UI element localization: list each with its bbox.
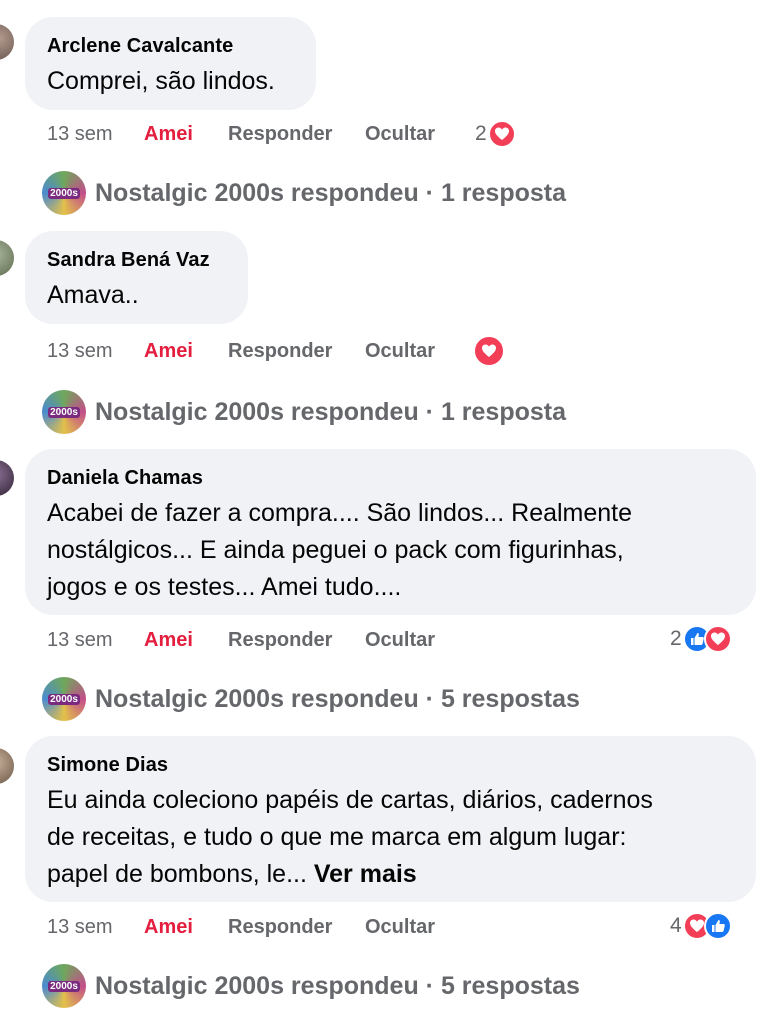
comment-actions: 13 sem Amei Responder Ocultar (47, 336, 475, 366)
view-replies-link[interactable]: 2000s Nostalgic 2000s respondeu · 5 resp… (42, 677, 580, 721)
comment-text-line: de receitas, e tudo o que me marca em al… (47, 823, 627, 851)
view-replies-link[interactable]: 2000s Nostalgic 2000s respondeu · 5 resp… (42, 964, 580, 1008)
page-avatar: 2000s (42, 964, 86, 1008)
comment-text-line: Eu ainda coleciono papéis de cartas, diá… (47, 786, 653, 814)
reaction-summary[interactable]: 2 (475, 120, 516, 148)
reply-button[interactable]: Responder (228, 340, 365, 363)
view-replies-text: Nostalgic 2000s respondeu · 5 respostas (95, 971, 580, 1000)
comment-text-line: papel de bombons, le... Ver mais (47, 860, 417, 888)
comment-time[interactable]: 13 sem (47, 629, 144, 652)
comment-text-line: jogos e os testes... Amei tudo.... (47, 573, 402, 601)
heart-icon (473, 335, 505, 367)
comment-author[interactable]: Sandra Bená Vaz (47, 248, 226, 272)
comment-text: Eu ainda coleciono papéis de cartas, diá… (47, 782, 734, 893)
page-avatar: 2000s (42, 677, 86, 721)
reaction-count: 2 (670, 627, 682, 650)
comment-author[interactable]: Daniela Chamas (47, 466, 734, 490)
comment-text: Amava.. (47, 281, 139, 309)
like-icon (703, 912, 732, 940)
heart-icon (487, 120, 516, 148)
view-replies-text: Nostalgic 2000s respondeu · 5 respostas (95, 684, 580, 713)
reply-button[interactable]: Responder (228, 629, 365, 652)
comment-text: Acabei de fazer a compra.... São lindos.… (47, 495, 734, 606)
comment-time[interactable]: 13 sem (47, 340, 144, 363)
commenter-avatar[interactable] (0, 24, 14, 60)
reaction-count: 4 (670, 914, 682, 937)
comment-text-line: nostálgicos... E ainda peguei o pack com… (47, 536, 624, 564)
reaction-button[interactable]: Amei (144, 916, 228, 939)
reply-button[interactable]: Responder (228, 123, 365, 146)
reaction-button[interactable]: Amei (144, 629, 228, 652)
view-replies-text: Nostalgic 2000s respondeu · 1 resposta (95, 178, 567, 207)
commenter-avatar[interactable] (0, 240, 14, 276)
view-replies-link[interactable]: 2000s Nostalgic 2000s respondeu · 1 resp… (42, 390, 566, 434)
reaction-count: 2 (475, 122, 487, 145)
hide-button[interactable]: Ocultar (365, 629, 475, 652)
reaction-summary[interactable]: 2 (670, 625, 732, 653)
commenter-avatar[interactable] (0, 460, 14, 496)
comment-actions: 13 sem Amei Responder Ocultar (47, 625, 475, 655)
comment-actions: 13 sem Amei Responder Ocultar (47, 119, 475, 149)
reaction-button[interactable]: Amei (144, 123, 228, 146)
comment-time[interactable]: 13 sem (47, 916, 144, 939)
comment-bubble: Daniela Chamas Acabei de fazer a compra.… (25, 449, 756, 615)
comment-bubble: Sandra Bená Vaz Amava.. (25, 231, 248, 324)
see-more-link[interactable]: Ver mais (314, 860, 417, 888)
reaction-button[interactable]: Amei (144, 340, 228, 363)
heart-icon (703, 625, 732, 653)
page-avatar: 2000s (42, 171, 86, 215)
hide-button[interactable]: Ocultar (365, 340, 475, 363)
page-avatar: 2000s (42, 390, 86, 434)
comment-bubble: Arclene Cavalcante Comprei, são lindos. (25, 17, 316, 110)
comment-author[interactable]: Arclene Cavalcante (47, 34, 294, 58)
comment-bubble: Simone Dias Eu ainda coleciono papéis de… (25, 736, 756, 902)
commenter-avatar[interactable] (0, 748, 14, 784)
comment-author[interactable]: Simone Dias (47, 753, 734, 777)
comment-text-line: Acabei de fazer a compra.... São lindos.… (47, 499, 633, 527)
reaction-summary[interactable] (472, 335, 505, 367)
hide-button[interactable]: Ocultar (365, 123, 475, 146)
comment-text: Comprei, são lindos. (47, 67, 275, 95)
view-replies-link[interactable]: 2000s Nostalgic 2000s respondeu · 1 resp… (42, 171, 566, 215)
view-replies-text: Nostalgic 2000s respondeu · 1 resposta (95, 397, 567, 426)
comment-time[interactable]: 13 sem (47, 123, 144, 146)
comment-actions: 13 sem Amei Responder Ocultar (47, 912, 475, 942)
reaction-summary[interactable]: 4 (670, 912, 732, 940)
hide-button[interactable]: Ocultar (365, 916, 475, 939)
reply-button[interactable]: Responder (228, 916, 365, 939)
